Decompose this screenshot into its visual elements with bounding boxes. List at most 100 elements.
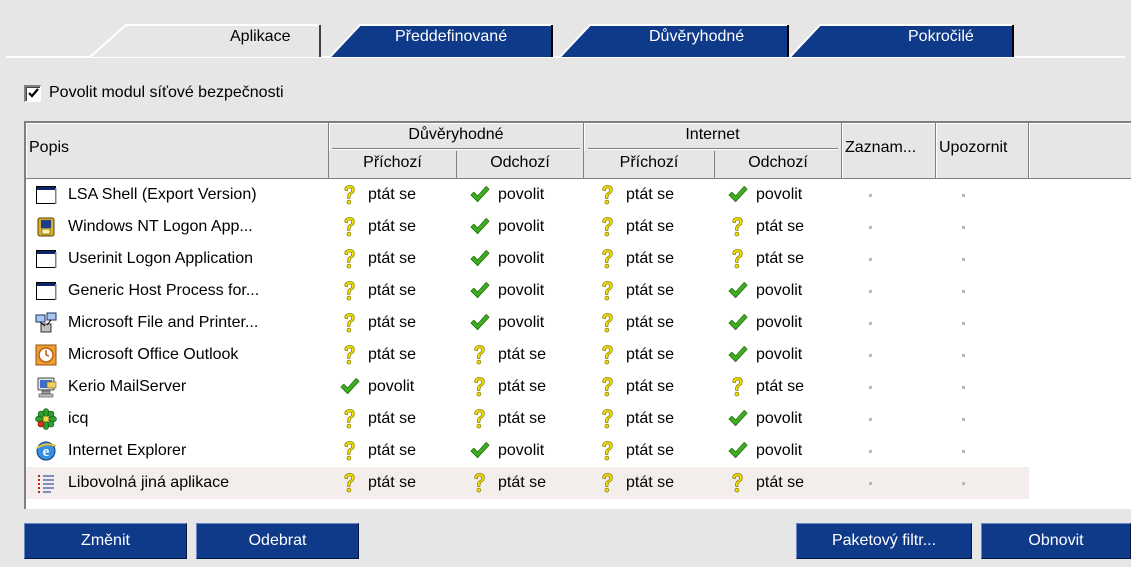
log-indicator[interactable] xyxy=(869,482,872,485)
column-header-internet-outgoing-label: Odchozí xyxy=(748,154,808,171)
notify-indicator[interactable] xyxy=(962,482,965,485)
log-indicator[interactable] xyxy=(869,194,872,197)
column-header-internet-incoming[interactable]: Příchozí xyxy=(584,151,715,179)
table-row[interactable]: LSA Shell (Export Version) ptát se povolit… xyxy=(26,179,1029,211)
ask-question-icon xyxy=(732,473,743,493)
tab-pokrocile[interactable]: Pokročilé xyxy=(789,24,1015,58)
table-row[interactable]: Userinit Logon Application ptát se povolit… xyxy=(26,243,1029,275)
permission-cell-i-in[interactable]: ptát se xyxy=(598,371,674,403)
permission-value: ptát se xyxy=(368,442,417,459)
permission-value: ptát se xyxy=(626,282,675,299)
permission-cell-t-in[interactable]: ptát se xyxy=(340,339,416,371)
permission-cell-i-in[interactable]: ptát se xyxy=(598,403,674,435)
column-header-trusted-outgoing[interactable]: Odchozí xyxy=(457,151,584,179)
permission-cell-i-in[interactable]: ptát se xyxy=(598,211,674,243)
permission-cell-i-in[interactable]: ptát se xyxy=(598,339,674,371)
enable-network-security-checkbox[interactable] xyxy=(24,84,41,102)
permission-cell-i-in[interactable]: ptát se xyxy=(598,307,674,339)
permission-cell-t-out[interactable]: ptát se xyxy=(470,403,546,435)
table-row[interactable]: Kerio MailServer povolit ptát se ptát se ptá… xyxy=(26,371,1029,403)
permission-cell-t-out[interactable]: povolit xyxy=(470,179,544,211)
permission-cell-i-out[interactable]: ptát se xyxy=(728,243,804,275)
tab-duveryhodne[interactable]: Důvěryhodné xyxy=(559,24,790,58)
permission-cell-i-out[interactable]: ptát se xyxy=(728,467,804,499)
permission-cell-t-out[interactable]: povolit xyxy=(470,307,544,339)
table-row[interactable]: Generic Host Process for... ptát se povoli… xyxy=(26,275,1029,307)
permission-cell-t-out[interactable]: ptát se xyxy=(470,371,546,403)
permission-cell-i-out[interactable]: ptát se xyxy=(728,371,804,403)
column-header-notify[interactable]: Upozornit xyxy=(936,123,1029,179)
ask-question-icon xyxy=(602,409,613,429)
permission-cell-t-in[interactable]: ptát se xyxy=(340,435,416,467)
permission-cell-t-in[interactable]: ptát se xyxy=(340,179,416,211)
notify-indicator[interactable] xyxy=(962,354,965,357)
permission-cell-i-out[interactable]: povolit xyxy=(728,275,802,307)
column-header-trusted-incoming[interactable]: Příchozí xyxy=(329,151,457,179)
ask-question-icon xyxy=(344,441,355,461)
log-indicator[interactable] xyxy=(869,226,872,229)
ask-question-icon xyxy=(344,281,355,301)
applications-list[interactable]: Popis Důvěryhodné Příchozí Odchozí Inter… xyxy=(24,121,1131,509)
permission-value: ptát se xyxy=(626,218,675,235)
permission-cell-t-in[interactable]: ptát se xyxy=(340,243,416,275)
permission-cell-t-in[interactable]: ptát se xyxy=(340,307,416,339)
permission-value: povolit xyxy=(756,186,803,203)
permission-cell-t-in[interactable]: ptát se xyxy=(340,467,416,499)
table-row[interactable]: Microsoft File and Printer... ptát se povo… xyxy=(26,307,1029,339)
permission-cell-i-in[interactable]: ptát se xyxy=(598,179,674,211)
permission-cell-t-in[interactable]: ptát se xyxy=(340,403,416,435)
notify-indicator[interactable] xyxy=(962,386,965,389)
table-row[interactable]: Microsoft Office Outlook ptát se ptát se pt… xyxy=(26,339,1029,371)
ask-question-icon xyxy=(344,185,355,205)
column-header-internet-outgoing[interactable]: Odchozí xyxy=(715,151,842,179)
log-indicator[interactable] xyxy=(869,418,872,421)
permission-cell-t-in[interactable]: ptát se xyxy=(340,211,416,243)
permission-cell-i-out[interactable]: povolit xyxy=(728,307,802,339)
table-row[interactable]: e Internet Explorer ptát se povolit ptát se p… xyxy=(26,435,1029,467)
permission-cell-t-out[interactable]: ptát se xyxy=(470,467,546,499)
permission-cell-i-out[interactable]: povolit xyxy=(728,403,802,435)
packet-filter-button[interactable]: Paketový filtr... xyxy=(796,523,972,559)
table-row[interactable]: Windows NT Logon App... ptát se povolit ptá… xyxy=(26,211,1029,243)
permission-cell-t-out[interactable]: povolit xyxy=(470,211,544,243)
permission-cell-i-in[interactable]: ptát se xyxy=(598,243,674,275)
permission-cell-t-out[interactable]: ptát se xyxy=(470,339,546,371)
permission-cell-t-out[interactable]: povolit xyxy=(470,435,544,467)
permission-cell-i-out[interactable]: povolit xyxy=(728,435,802,467)
permission-cell-t-in[interactable]: ptát se xyxy=(340,275,416,307)
log-indicator[interactable] xyxy=(869,386,872,389)
log-indicator[interactable] xyxy=(869,450,872,453)
change-button[interactable]: Změnit xyxy=(24,523,187,559)
permission-cell-i-out[interactable]: povolit xyxy=(728,179,802,211)
permission-cell-i-in[interactable]: ptát se xyxy=(598,275,674,307)
permission-cell-i-in[interactable]: ptát se xyxy=(598,467,674,499)
allow-check-icon xyxy=(728,441,748,459)
table-row[interactable]: icq ptát se ptát se ptát se povolit xyxy=(26,403,1029,435)
log-indicator[interactable] xyxy=(869,258,872,261)
notify-indicator[interactable] xyxy=(962,290,965,293)
outlook-icon xyxy=(35,344,57,366)
notify-indicator[interactable] xyxy=(962,418,965,421)
permission-cell-i-out[interactable]: povolit xyxy=(728,339,802,371)
tab-preddefinovane[interactable]: Předdefinované xyxy=(329,24,554,58)
log-indicator[interactable] xyxy=(869,322,872,325)
remove-button[interactable]: Odebrat xyxy=(196,523,359,559)
column-header-popis[interactable]: Popis xyxy=(26,123,329,179)
notify-indicator[interactable] xyxy=(962,450,965,453)
refresh-button[interactable]: Obnovit xyxy=(981,523,1131,559)
permission-cell-i-in[interactable]: ptát se xyxy=(598,435,674,467)
permission-cell-i-out[interactable]: ptát se xyxy=(728,211,804,243)
enable-network-security-row[interactable]: Povolit modul síťové bezpečnosti xyxy=(24,82,284,104)
notify-indicator[interactable] xyxy=(962,194,965,197)
permission-cell-t-out[interactable]: povolit xyxy=(470,243,544,275)
permission-cell-t-in[interactable]: povolit xyxy=(340,371,414,403)
log-indicator[interactable] xyxy=(869,290,872,293)
column-header-log[interactable]: Zaznam... xyxy=(842,123,936,179)
table-row[interactable]: Libovolná jiná aplikace ptát se ptát se ptá… xyxy=(26,467,1029,499)
notify-indicator[interactable] xyxy=(962,226,965,229)
tab-aplikace[interactable]: Aplikace xyxy=(89,24,322,58)
permission-cell-t-out[interactable]: povolit xyxy=(470,275,544,307)
log-indicator[interactable] xyxy=(869,354,872,357)
notify-indicator[interactable] xyxy=(962,322,965,325)
notify-indicator[interactable] xyxy=(962,258,965,261)
